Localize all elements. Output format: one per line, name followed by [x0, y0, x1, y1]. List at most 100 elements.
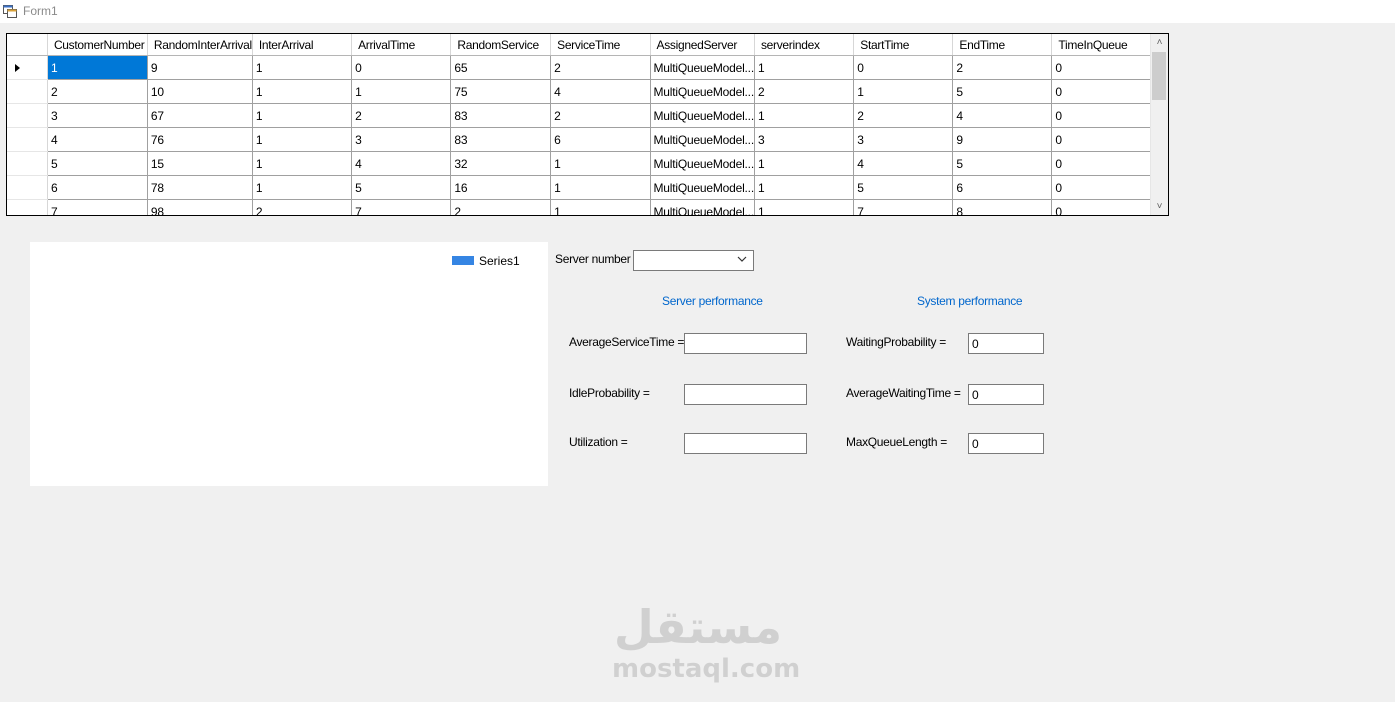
table-cell[interactable]: 1	[853, 79, 954, 104]
table-cell[interactable]: 7	[351, 199, 452, 215]
table-cell[interactable]: 2	[46, 79, 148, 104]
column-header[interactable]: StartTime	[853, 34, 954, 56]
table-cell[interactable]: 6	[550, 127, 651, 152]
table-row[interactable]: 5 15 1 4 32 1 MultiQueueModel... 1 4 5 0	[7, 151, 1152, 176]
simulation-table[interactable]: CustomerNumber RandomInterArrival InterA…	[6, 33, 1169, 216]
table-cell[interactable]: 0	[1051, 79, 1152, 104]
table-cell[interactable]: 1	[550, 199, 651, 215]
table-cell[interactable]: 2	[753, 79, 855, 104]
column-header[interactable]: ServiceTime	[550, 34, 651, 56]
column-header[interactable]: RandomService	[450, 34, 552, 56]
table-cell[interactable]: 5	[952, 79, 1053, 104]
average-service-time-field[interactable]	[684, 333, 807, 354]
table-cell[interactable]: 0	[1051, 199, 1152, 215]
table-cell[interactable]: 7	[46, 199, 148, 215]
table-cell[interactable]: 4	[853, 151, 954, 176]
table-cell[interactable]: MultiQueueModel...	[649, 55, 755, 80]
table-cell[interactable]: 1	[251, 55, 353, 80]
table-cell[interactable]: 10	[146, 79, 253, 104]
table-cell[interactable]: 1	[753, 55, 855, 80]
table-row[interactable]: 4 76 1 3 83 6 MultiQueueModel... 3 3 9 0	[7, 127, 1152, 152]
table-cell[interactable]: MultiQueueModel...	[649, 103, 755, 128]
table-cell[interactable]: 3	[853, 127, 954, 152]
column-header[interactable]: serverindex	[754, 34, 855, 56]
idle-probability-field[interactable]	[684, 384, 807, 405]
row-header[interactable]	[7, 175, 48, 200]
table-cell[interactable]: MultiQueueModel...	[649, 151, 755, 176]
table-cell[interactable]: 2	[550, 103, 651, 128]
table-cell[interactable]: 1	[753, 199, 855, 215]
table-cell[interactable]: 0	[853, 55, 954, 80]
table-cell[interactable]: 67	[146, 103, 253, 128]
table-row[interactable]: 2 10 1 1 75 4 MultiQueueModel... 2 1 5 0	[7, 79, 1152, 104]
table-cell[interactable]: 83	[450, 127, 552, 152]
scrollbar-thumb[interactable]	[1152, 52, 1166, 100]
table-cell[interactable]: 6	[46, 175, 148, 200]
table-cell[interactable]: 75	[450, 79, 552, 104]
scroll-up-arrow-icon[interactable]: ˄	[1151, 34, 1168, 51]
column-header[interactable]: CustomerNumber	[47, 34, 148, 56]
column-header[interactable]: AssignedServer	[650, 34, 755, 56]
table-cell[interactable]: 2	[351, 103, 452, 128]
table-cell[interactable]: 32	[450, 151, 552, 176]
table-cell[interactable]: 0	[351, 55, 452, 80]
max-queue-length-field[interactable]	[968, 433, 1044, 454]
row-header-corner[interactable]	[7, 34, 48, 56]
table-cell[interactable]: 5	[46, 151, 148, 176]
server-number-dropdown[interactable]	[633, 250, 754, 271]
table-cell[interactable]: 78	[146, 175, 253, 200]
table-cell[interactable]: 1	[251, 151, 353, 176]
table-cell[interactable]: 2	[550, 55, 651, 80]
table-cell[interactable]: 1	[251, 175, 353, 200]
column-header[interactable]: ArrivalTime	[351, 34, 452, 56]
table-cell[interactable]: 0	[1051, 127, 1152, 152]
table-cell[interactable]: 6	[952, 175, 1053, 200]
table-cell[interactable]: 9	[952, 127, 1053, 152]
table-cell[interactable]: 0	[1051, 151, 1152, 176]
table-row[interactable]: 1 9 1 0 65 2 MultiQueueModel... 1 0 2 0	[7, 55, 1152, 80]
table-cell[interactable]: MultiQueueModel...	[649, 127, 755, 152]
table-cell[interactable]: 3	[753, 127, 855, 152]
table-cell[interactable]: 3	[46, 103, 148, 128]
column-header[interactable]: InterArrival	[252, 34, 353, 56]
table-cell[interactable]: 15	[146, 151, 253, 176]
table-row[interactable]: 7 98 2 7 2 1 MultiQueueModel... 1 7 8 0	[7, 199, 1152, 215]
table-cell[interactable]: 1	[550, 175, 651, 200]
row-header[interactable]	[7, 55, 48, 80]
average-waiting-time-field[interactable]	[968, 384, 1044, 405]
table-cell[interactable]: 1	[351, 79, 452, 104]
table-cell[interactable]: 1	[46, 55, 148, 80]
row-header[interactable]	[7, 199, 48, 215]
table-cell[interactable]: 65	[450, 55, 552, 80]
column-header[interactable]: TimeInQueue	[1051, 34, 1152, 56]
table-cell[interactable]: 1	[753, 175, 855, 200]
table-cell[interactable]: 3	[351, 127, 452, 152]
table-cell[interactable]: 0	[1051, 55, 1152, 80]
table-cell[interactable]: 5	[952, 151, 1053, 176]
row-header[interactable]	[7, 79, 48, 104]
table-cell[interactable]: MultiQueueModel...	[649, 175, 755, 200]
table-cell[interactable]: 9	[146, 55, 253, 80]
table-cell[interactable]: 8	[952, 199, 1053, 215]
table-cell[interactable]: 0	[1051, 175, 1152, 200]
table-cell[interactable]: 7	[853, 199, 954, 215]
table-cell[interactable]: 4	[46, 127, 148, 152]
table-cell[interactable]: 2	[853, 103, 954, 128]
table-row[interactable]: 6 78 1 5 16 1 MultiQueueModel... 1 5 6 0	[7, 175, 1152, 200]
table-cell[interactable]: 76	[146, 127, 253, 152]
table-cell[interactable]: 16	[450, 175, 552, 200]
table-cell[interactable]: 2	[450, 199, 552, 215]
table-cell[interactable]: 1	[251, 79, 353, 104]
table-cell[interactable]: 2	[251, 199, 353, 215]
table-cell[interactable]: 98	[146, 199, 253, 215]
row-header[interactable]	[7, 127, 48, 152]
table-cell[interactable]: 4	[952, 103, 1053, 128]
column-header[interactable]: EndTime	[952, 34, 1053, 56]
table-cell[interactable]: 1	[550, 151, 651, 176]
waiting-probability-field[interactable]	[968, 333, 1044, 354]
table-cell[interactable]: 1	[753, 103, 855, 128]
row-header[interactable]	[7, 151, 48, 176]
table-cell[interactable]: 1	[251, 127, 353, 152]
table-cell[interactable]: 5	[351, 175, 452, 200]
table-cell[interactable]: 2	[952, 55, 1053, 80]
